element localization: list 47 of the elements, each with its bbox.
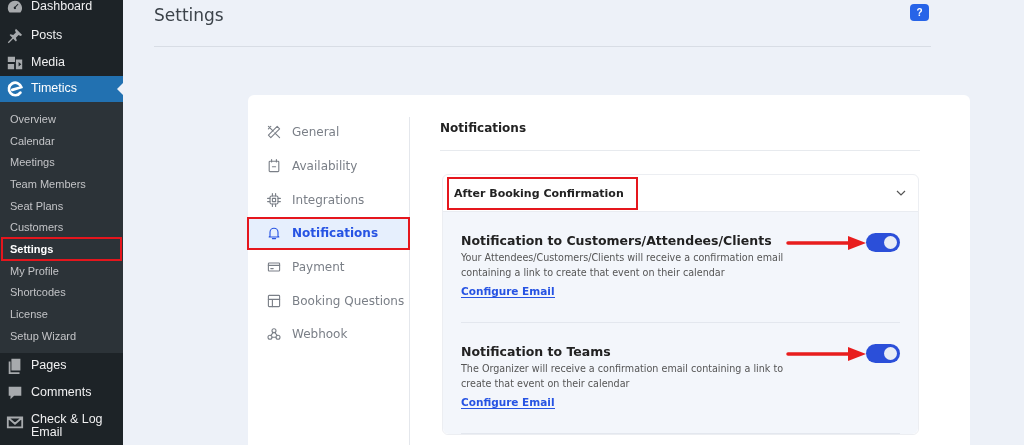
submenu-item[interactable]: Seat Plans — [2, 194, 121, 217]
settings-tab[interactable]: Availability — [248, 150, 409, 182]
submenu-item[interactable]: My Profile — [2, 259, 121, 282]
notification-title: Notification to Customers/Attendees/Clients — [461, 233, 773, 248]
menu-pointer — [117, 83, 123, 95]
submenu-item[interactable]: Team Members — [2, 173, 121, 195]
notification-title: Notification to Teams — [461, 344, 612, 359]
calendar-icon — [266, 158, 282, 175]
section-title: Notifications — [440, 121, 920, 151]
logo-icon — [6, 80, 24, 98]
menu-item[interactable]: Comments — [0, 379, 123, 407]
pushpin-icon — [6, 26, 24, 45]
table-icon — [266, 292, 282, 309]
webhook-icon — [266, 326, 282, 343]
settings-tab[interactable]: Webhook — [248, 319, 409, 350]
settings-tab[interactable]: Integrations — [248, 184, 409, 216]
bell-icon — [266, 225, 282, 242]
toggle-switch[interactable] — [866, 344, 900, 363]
accordion-title: After Booking Confirmation — [449, 178, 636, 208]
accordion-header[interactable]: After Booking Confirmation — [443, 175, 918, 212]
tools-icon — [266, 124, 282, 141]
notification-description: Your Attendees/Customers/Clients will receive a confirmation email containing a link to create that event on their calendar — [461, 251, 785, 280]
menu-item[interactable]: Pages — [0, 352, 123, 380]
notification-description: The Organizer will receive a confirmation email containing a link to create that event on their calendar — [461, 362, 785, 391]
submenu-item[interactable]: Calendar — [2, 129, 121, 152]
settings-tab[interactable]: Notifications — [248, 218, 409, 249]
configure-email-link[interactable]: Configure Email — [461, 285, 555, 298]
page-title: Settings — [154, 5, 224, 25]
chip-icon — [266, 191, 282, 208]
menu-item[interactable]: Posts — [0, 22, 123, 49]
help-button[interactable]: ? — [910, 4, 929, 21]
submenu-item[interactable]: Meetings — [2, 151, 121, 174]
menu-item[interactable]: Timetics — [0, 76, 123, 102]
settings-tab[interactable]: Payment — [248, 251, 409, 283]
submenu-item[interactable]: Overview — [2, 108, 121, 130]
configure-email-link[interactable]: Configure Email — [461, 396, 555, 409]
submenu-item[interactable]: License — [2, 303, 121, 325]
settings-tab[interactable]: General — [248, 117, 409, 148]
menu-item[interactable]: Dashboard — [0, 0, 123, 22]
toggle-switch[interactable] — [866, 233, 900, 252]
settings-tab[interactable]: Booking Questions — [248, 285, 409, 317]
submenu-item[interactable]: Setup Wizard — [2, 324, 121, 347]
submenu-item[interactable]: Shortcodes — [2, 281, 121, 304]
submenu-item[interactable]: Customers — [2, 216, 121, 239]
menu-item[interactable]: Media — [0, 49, 123, 76]
menu-item[interactable]: Check & Log Email — [0, 406, 123, 445]
submenu-item[interactable]: Settings — [2, 238, 121, 260]
